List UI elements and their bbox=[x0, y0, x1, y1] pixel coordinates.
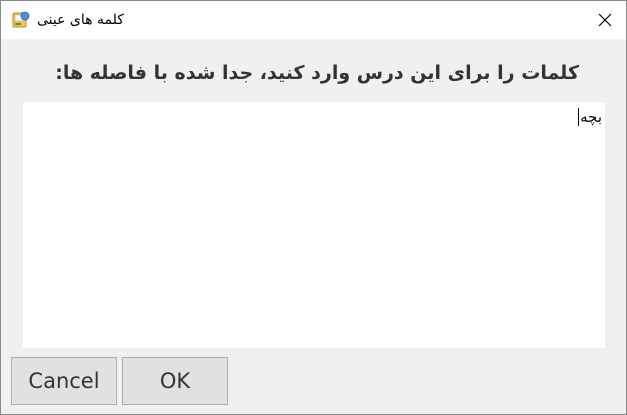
dialog-window: کلمه های عینی کلمات را برای این درس وارد… bbox=[0, 0, 627, 415]
instruction-label: کلمات را برای این درس وارد کنید، جدا شده… bbox=[55, 62, 579, 84]
ok-button[interactable]: OK bbox=[122, 357, 228, 405]
title-bar: کلمه های عینی bbox=[1, 1, 626, 39]
textarea-text: بچه bbox=[580, 108, 602, 126]
close-button[interactable] bbox=[583, 1, 626, 39]
close-icon bbox=[598, 13, 611, 27]
textarea-value: بچه bbox=[578, 107, 602, 127]
cancel-button[interactable]: Cancel bbox=[11, 357, 117, 405]
text-caret bbox=[578, 108, 580, 126]
words-textarea[interactable]: بچه bbox=[23, 102, 605, 348]
window-title: کلمه های عینی bbox=[37, 12, 124, 28]
app-icon bbox=[12, 11, 30, 28]
